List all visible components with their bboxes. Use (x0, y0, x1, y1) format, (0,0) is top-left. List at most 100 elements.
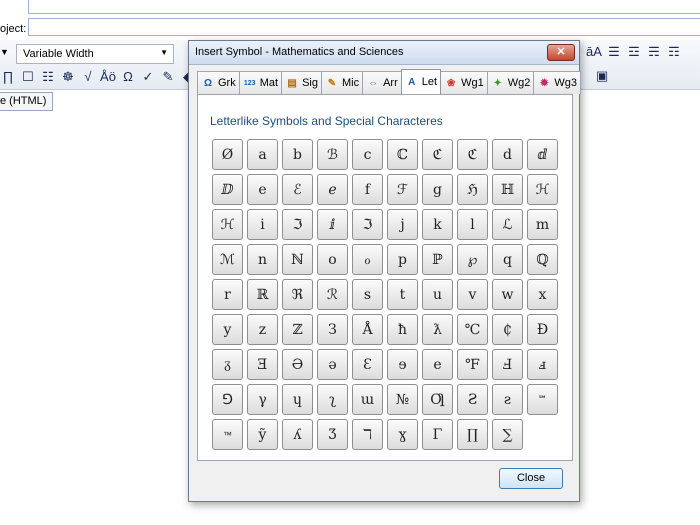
symbol-button[interactable]: ℝ (247, 279, 278, 310)
symbol-button[interactable]: p (387, 244, 418, 275)
tab-let[interactable]: A Let (400, 69, 442, 94)
symbol-button[interactable]: n (247, 244, 278, 275)
symbol-button[interactable]: Ǝ (247, 349, 278, 380)
symbol-button[interactable]: ℑ (352, 209, 383, 240)
symbol-button[interactable]: ⅆ (527, 139, 558, 170)
symbol-button[interactable]: ℘ (457, 244, 488, 275)
symbol-button[interactable]: e (422, 349, 453, 380)
symbol-button[interactable]: ℤ (282, 314, 313, 345)
symbol-button[interactable]: a (247, 139, 278, 170)
tab-wg3[interactable]: ✹ Wg3 (533, 71, 581, 94)
subject-input[interactable] (28, 18, 700, 36)
tab-wg2[interactable]: ✦ Wg2 (486, 71, 535, 94)
symbol-button[interactable]: l (457, 209, 488, 240)
chevron-down-icon[interactable]: ▼ (0, 47, 9, 57)
symbol-button[interactable]: ℙ (422, 244, 453, 275)
symbol-button[interactable]: ⅅ (212, 174, 243, 205)
symbol-button[interactable]: f (352, 174, 383, 205)
symbol-button[interactable]: ∏ (457, 419, 488, 450)
symbol-button[interactable]: ⅁ (212, 384, 243, 415)
tab-grk[interactable]: Ω Grk (197, 71, 240, 94)
symbol-button[interactable]: w (492, 279, 523, 310)
toolbar-glyph-icon[interactable]: ☐ (20, 69, 36, 85)
symbol-button[interactable]: ℰ (282, 174, 313, 205)
toolbar-glyph-icon[interactable]: āA (586, 44, 602, 60)
symbol-button[interactable]: ℋ (527, 174, 558, 205)
symbol-button[interactable]: ƨ (492, 384, 523, 415)
symbol-button[interactable]: v (457, 279, 488, 310)
symbol-button[interactable]: ⅎ (527, 349, 558, 380)
symbol-button[interactable]: c (352, 139, 383, 170)
symbol-button[interactable]: Ʒ (317, 419, 348, 450)
symbol-button[interactable]: y (212, 314, 243, 345)
symbol-button[interactable]: ħ (387, 314, 418, 345)
symbol-button[interactable]: γ (247, 384, 278, 415)
toolbar-glyph-icon[interactable]: ☸ (60, 69, 76, 85)
symbol-button[interactable]: ∑ (492, 419, 523, 450)
toolbar-glyph-icon[interactable]: ✓ (140, 69, 156, 85)
symbol-button[interactable]: z (247, 314, 278, 345)
symbol-button[interactable]: ɯ (352, 384, 383, 415)
toolbar-glyph-icon[interactable]: Åö (100, 69, 116, 85)
symbol-button[interactable]: ℴ (352, 244, 383, 275)
symbol-button[interactable]: ℠ (527, 384, 558, 415)
symbol-button[interactable]: ℱ (387, 174, 418, 205)
toolbar-glyph-icon[interactable]: Ω (120, 69, 136, 85)
symbol-button[interactable]: ₵ (492, 314, 523, 345)
symbol-button[interactable]: Ƣ (422, 384, 453, 415)
symbol-button[interactable]: ʎ (282, 419, 313, 450)
symbol-button[interactable]: ℉ (457, 349, 488, 380)
symbol-button[interactable]: g (422, 174, 453, 205)
symbol-button[interactable]: j (387, 209, 418, 240)
symbol-button[interactable]: ℭ (422, 139, 453, 170)
symbol-button[interactable]: ɥ (282, 384, 313, 415)
symbol-button[interactable]: ™ (212, 419, 243, 450)
symbol-button[interactable]: Ⅎ (492, 349, 523, 380)
symbol-button[interactable]: x (527, 279, 558, 310)
symbol-button[interactable]: Ə (282, 349, 313, 380)
tab-mic[interactable]: ✎ Mic (320, 71, 364, 94)
doc-tab-html[interactable]: e (HTML) (0, 92, 54, 111)
symbol-button[interactable]: m (527, 209, 558, 240)
close-icon[interactable]: ✕ (547, 44, 575, 61)
symbol-button[interactable]: ℸ (352, 419, 383, 450)
toolbar-glyph-icon[interactable]: ☴ (646, 44, 662, 60)
symbol-button[interactable]: i (247, 209, 278, 240)
symbol-button[interactable]: b (282, 139, 313, 170)
symbol-button[interactable]: ℂ (387, 139, 418, 170)
symbol-button[interactable]: Ɛ (352, 349, 383, 380)
toolbar-glyph-icon[interactable]: ∏ (0, 69, 16, 85)
symbol-button[interactable]: Ƨ (457, 384, 488, 415)
symbol-button[interactable]: Đ (527, 314, 558, 345)
symbol-button[interactable]: ℚ (527, 244, 558, 275)
symbol-button[interactable]: ᵹ (212, 349, 243, 380)
symbol-button[interactable]: q (492, 244, 523, 275)
symbol-button[interactable]: k (422, 209, 453, 240)
symbol-button[interactable]: ℒ (492, 209, 523, 240)
symbol-button[interactable]: ⅈ (317, 209, 348, 240)
symbol-button[interactable]: r (212, 279, 243, 310)
symbol-button[interactable]: ℑ (282, 209, 313, 240)
toolbar-glyph-icon[interactable]: ✎ (160, 69, 176, 85)
symbol-button[interactable]: d (492, 139, 523, 170)
symbol-button[interactable]: e (247, 174, 278, 205)
symbol-button[interactable]: ℃ (457, 314, 488, 345)
symbol-button[interactable]: ỹ (247, 419, 278, 450)
symbol-button[interactable]: ɘ (387, 349, 418, 380)
symbol-button[interactable]: ℬ (317, 139, 348, 170)
symbol-button[interactable]: ʅ (317, 384, 348, 415)
symbol-button[interactable]: ƛ (422, 314, 453, 345)
close-button[interactable]: Close (499, 468, 563, 489)
symbol-button[interactable]: З (317, 314, 348, 345)
background-top-field[interactable] (28, 0, 700, 14)
toolbar-glyph-icon[interactable]: ☲ (626, 44, 642, 60)
symbol-button[interactable]: ℕ (282, 244, 313, 275)
tab-wg1[interactable]: ❀ Wg1 (440, 71, 488, 94)
symbol-button[interactable]: ℋ (212, 209, 243, 240)
symbol-button[interactable]: ɣ (387, 419, 418, 450)
toolbar-glyph-icon[interactable]: √ (80, 69, 96, 85)
symbol-button[interactable]: ℯ (317, 174, 348, 205)
dialog-titlebar[interactable]: Insert Symbol - Mathematics and Sciences… (189, 41, 579, 65)
symbol-button[interactable]: ℌ (457, 174, 488, 205)
symbol-button[interactable]: o (317, 244, 348, 275)
